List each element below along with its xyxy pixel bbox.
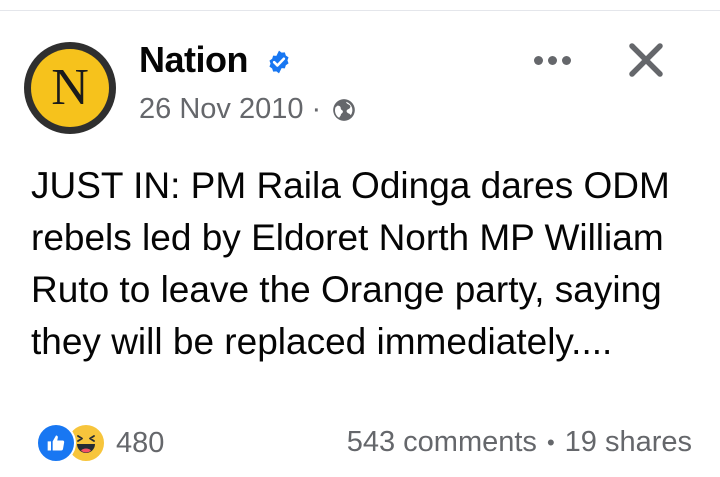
top-divider — [0, 10, 720, 11]
stats-separator: • — [546, 429, 555, 455]
more-dot-icon — [547, 55, 557, 65]
more-dot-icon — [533, 55, 543, 65]
meta-separator: · — [311, 93, 322, 125]
page-name-link[interactable]: Nation — [139, 42, 249, 78]
engagement-stats: 543 comments • 19 shares — [347, 426, 692, 459]
reactions-summary[interactable]: 480 — [36, 423, 164, 463]
globe-icon — [333, 98, 355, 121]
more-options-button[interactable] — [524, 48, 580, 72]
post-date-link[interactable]: 26 Nov 2010 — [139, 95, 303, 124]
post-meta: 26 Nov 2010 · — [139, 95, 357, 124]
close-icon[interactable] — [624, 38, 668, 82]
verified-badge-icon — [269, 50, 289, 74]
avatar-logo: N — [31, 49, 109, 127]
avatar-letter: N — [51, 59, 89, 116]
page-avatar[interactable]: N — [24, 42, 116, 134]
like-reaction-icon — [36, 423, 76, 463]
shares-count-link[interactable]: 19 shares — [565, 426, 692, 459]
comments-count-link[interactable]: 543 comments — [347, 426, 537, 459]
post-text: JUST IN: PM Raila Odinga dares ODM rebel… — [31, 165, 670, 362]
reaction-count: 480 — [116, 426, 165, 459]
more-dot-icon — [561, 55, 571, 65]
